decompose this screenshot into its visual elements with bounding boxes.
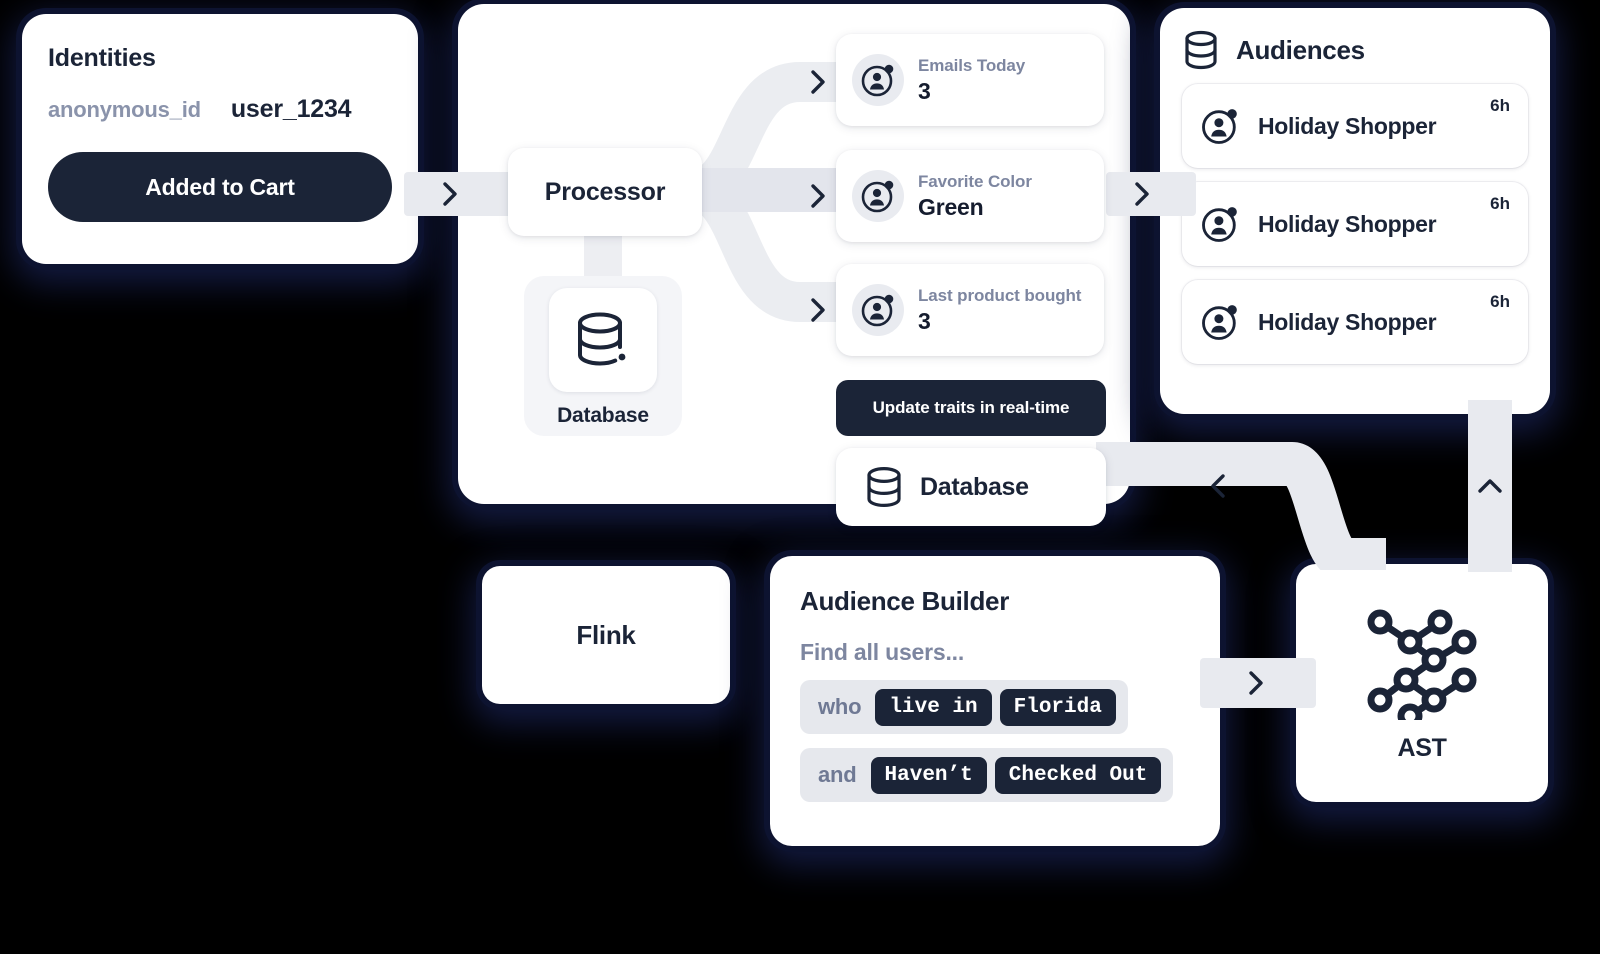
audience-item[interactable]: Holiday Shopper 6h	[1182, 84, 1528, 168]
ast-card[interactable]: AST	[1296, 564, 1548, 802]
chevron-left-icon	[1211, 474, 1225, 498]
audience-item[interactable]: Holiday Shopper 6h	[1182, 280, 1528, 364]
trait-card[interactable]: Emails Today 3	[836, 34, 1104, 126]
user-profile-icon	[852, 170, 904, 222]
trait-label: Favorite Color	[918, 171, 1032, 191]
chevron-right-icon	[811, 298, 825, 322]
added-to-cart-button[interactable]: Added to Cart	[48, 152, 392, 222]
query-row[interactable]: who live in Florida	[800, 680, 1128, 734]
user-profile-icon	[1198, 300, 1242, 344]
identity-value: user_1234	[230, 95, 352, 123]
trait-card[interactable]: Last product bought 3	[836, 264, 1104, 356]
audience-builder-panel: Audience Builder Find all users... who l…	[770, 556, 1220, 846]
chevron-right-icon	[1249, 671, 1263, 695]
query-chip[interactable]: Haven’t	[870, 756, 987, 794]
database-icon	[867, 466, 901, 508]
connector-identities-to-processor	[428, 172, 472, 216]
audience-item[interactable]: Holiday Shopper 6h	[1182, 182, 1528, 266]
chevron-right-icon	[1135, 182, 1149, 206]
audience-builder-title: Audience Builder	[800, 586, 1010, 616]
processor-node[interactable]: Processor	[508, 148, 702, 236]
database-icon	[578, 312, 626, 366]
audience-age: 6h	[1490, 96, 1510, 115]
chevron-right-icon	[811, 184, 825, 208]
audiences-header: Audiences	[1182, 30, 1528, 70]
output-database-label: Database	[920, 472, 1029, 501]
query-chip[interactable]: live in	[875, 688, 992, 726]
node-graph-icon	[1367, 609, 1477, 720]
identities-title: Identities	[48, 44, 156, 72]
identity-key: anonymous_id	[48, 97, 201, 122]
database-icon	[1185, 30, 1217, 70]
user-profile-icon	[1198, 202, 1242, 246]
audience-name: Holiday Shopper	[1258, 210, 1437, 237]
ast-label: AST	[1397, 733, 1447, 762]
chevron-right-icon	[811, 70, 825, 94]
database-node[interactable]: Database	[524, 276, 682, 436]
connector-processor-to-trait-1	[796, 60, 840, 104]
chevron-right-icon	[443, 182, 457, 206]
identities-card: Identities anonymous_id user_1234 Added …	[22, 14, 418, 264]
connector-processor-to-trait-3	[796, 288, 840, 332]
user-profile-icon	[1198, 104, 1242, 148]
audience-name: Holiday Shopper	[1258, 112, 1437, 139]
identity-row: anonymous_id user_1234	[48, 95, 392, 124]
connector-builder-to-ast	[1234, 658, 1278, 708]
diagram-canvas: Identities anonymous_id user_1234 Added …	[0, 0, 1600, 954]
query-row[interactable]: and Haven’t Checked Out	[800, 748, 1174, 802]
audiences-title: Audiences	[1236, 34, 1365, 65]
rail-processor-to-database	[584, 232, 622, 282]
user-profile-icon	[852, 54, 904, 106]
trait-label: Emails Today	[918, 55, 1026, 75]
audience-age: 6h	[1490, 194, 1510, 213]
trait-value: 3	[918, 307, 931, 334]
audience-builder-subtitle: Find all users...	[800, 639, 965, 665]
connector-ast-to-database	[1196, 464, 1240, 508]
query-chip[interactable]: Florida	[999, 688, 1116, 726]
connector-audiences-to-ast	[1468, 464, 1512, 508]
connector-processor-to-trait-2	[796, 174, 840, 218]
query-connector: who	[818, 694, 862, 719]
user-profile-icon	[852, 284, 904, 336]
chevron-up-icon	[1478, 479, 1502, 493]
query-chip[interactable]: Checked Out	[994, 756, 1162, 794]
audiences-panel: Audiences Holiday Shopper 6h Holiday Sho…	[1160, 8, 1550, 414]
database-label: Database	[557, 404, 649, 427]
realtime-tooltip: Update traits in real-time	[836, 380, 1106, 436]
audience-name: Holiday Shopper	[1258, 308, 1437, 335]
database-icon-box	[549, 288, 657, 392]
audience-age: 6h	[1490, 292, 1510, 311]
rail-ast-to-database	[1096, 442, 1386, 570]
connector-traits-to-audiences	[1120, 172, 1164, 216]
trait-value: Green	[918, 193, 984, 220]
flink-card[interactable]: Flink	[482, 566, 730, 704]
trait-card[interactable]: Favorite Color Green	[836, 150, 1104, 242]
query-connector: and	[818, 762, 857, 787]
output-database-card[interactable]: Database	[836, 448, 1106, 526]
trait-value: 3	[918, 77, 931, 104]
trait-label: Last product bought	[918, 285, 1082, 305]
